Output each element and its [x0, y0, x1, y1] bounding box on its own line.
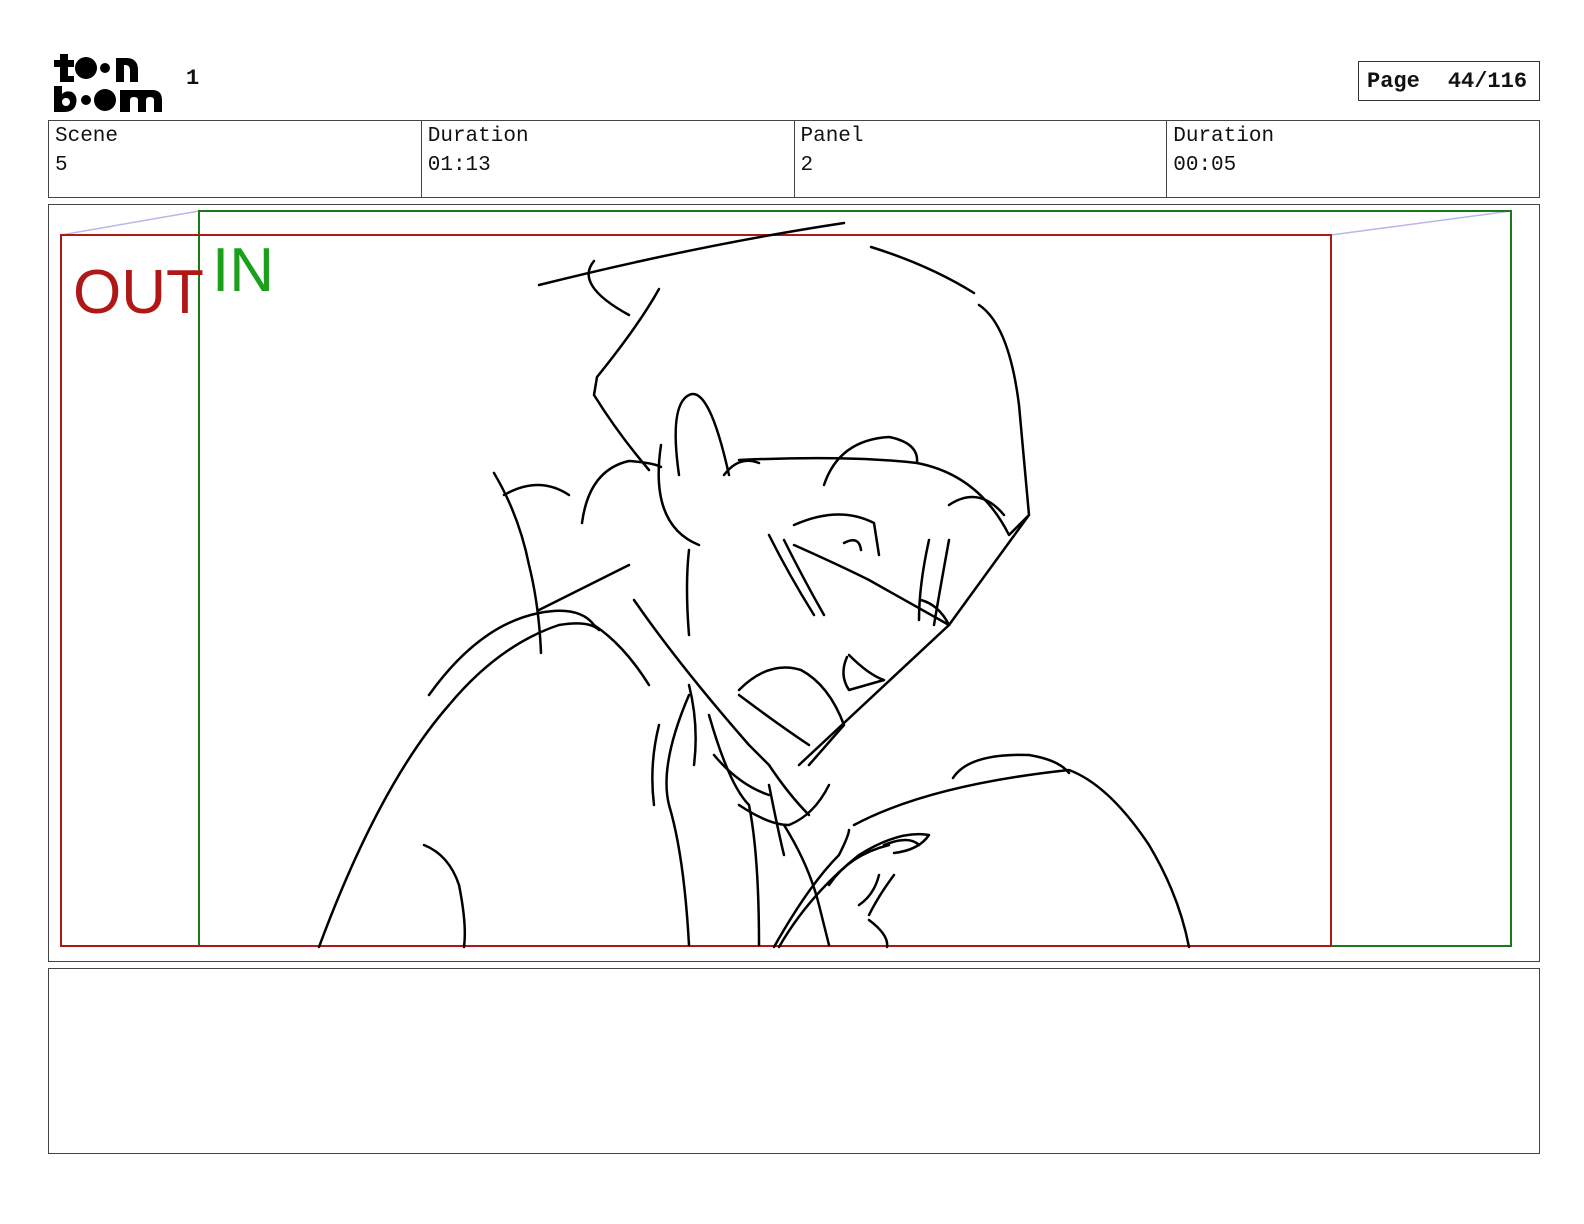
page-indicator: Page 44/116: [1358, 61, 1540, 101]
panel-value: 2: [800, 154, 814, 177]
toonboom-logo: [54, 54, 162, 112]
scene-duration-label: Duration: [427, 125, 529, 148]
camera-move-guides: [60, 210, 1512, 947]
panel-duration-value: 00:05: [1173, 154, 1237, 177]
in-label: IN: [212, 236, 274, 305]
caption-box: [48, 968, 1540, 1154]
panel-cell: Panel 2: [795, 121, 1168, 197]
panel-label: Panel: [800, 125, 864, 148]
scene-duration-value: 01:13: [427, 154, 491, 177]
project-number: 1: [186, 66, 200, 91]
out-frame: [60, 234, 1332, 947]
scene-value: 5: [55, 154, 68, 177]
page-label: Page: [1367, 68, 1420, 94]
panel-drawing: OUT IN: [60, 210, 1512, 949]
out-label: OUT: [73, 258, 204, 327]
character-sketch: [317, 221, 1191, 949]
storyboard-panel: OUT IN: [48, 204, 1540, 962]
panel-duration-label: Duration: [1173, 125, 1275, 148]
info-bar: Scene 5 Duration 01:13 Panel 2 Duration …: [48, 120, 1540, 198]
scene-duration-cell: Duration 01:13: [422, 121, 795, 197]
panel-duration-cell: Duration 00:05: [1167, 121, 1539, 197]
scene-label: Scene: [55, 125, 119, 148]
in-frame: [198, 210, 1512, 947]
page-value: 44/116: [1447, 68, 1528, 94]
scene-cell: Scene 5: [49, 121, 422, 197]
